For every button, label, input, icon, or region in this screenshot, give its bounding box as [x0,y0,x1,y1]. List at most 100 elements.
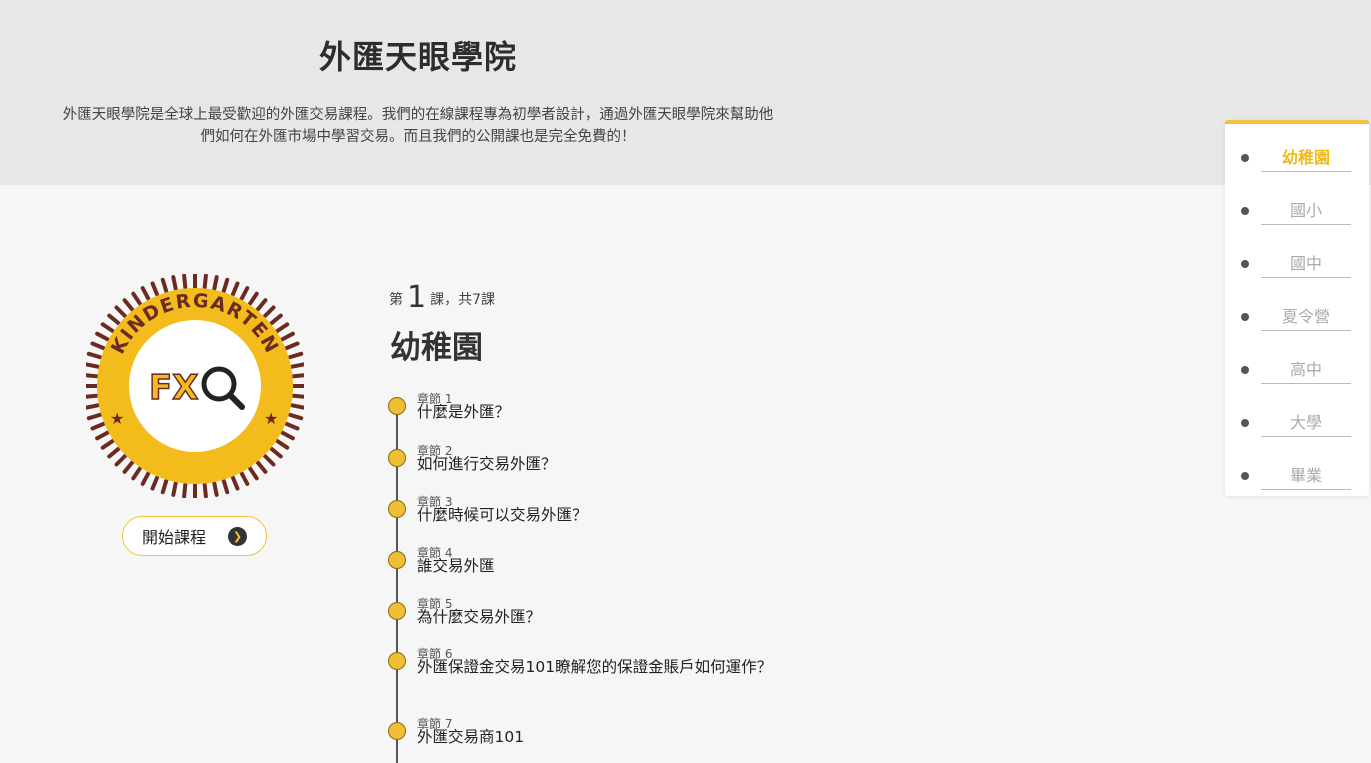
chapter-name[interactable]: 什麼時候可以交易外匯？ [417,505,777,526]
badge-ring-tick [171,275,178,291]
sidenav-item-kindergarten[interactable]: 幼稚園 [1225,132,1369,172]
badge-ring-tick [86,412,103,421]
timeline-dot [388,397,406,415]
timeline-dot [388,602,406,620]
page-header: 外匯天眼學院 外匯天眼學院是全球上最受歡迎的外匯交易課程。我們的在線課程專為初學… [0,0,1371,185]
badge-ring-tick [290,362,304,369]
badge-ring-tick [122,298,135,312]
bullet-icon [1241,207,1249,215]
timeline-dot [388,449,406,467]
sidenav-item-high-school[interactable]: 高中 [1225,344,1369,384]
sidenav-item-label: 大學 [1261,409,1351,437]
bullet-icon [1241,419,1249,427]
badge-ring-tick [131,466,142,481]
badge-ring-tick [122,460,135,474]
sidenav-item-label: 畢業 [1261,462,1351,490]
badge-ring-tick [86,393,99,399]
badge-ring-tick [150,281,160,297]
level-sidenav: 幼稚園 國小 國中 夏令營 高中 大學 畢業 [1225,120,1369,496]
badge-ring-tick [287,412,304,421]
badge-ring-tick [212,481,219,497]
lesson-counter: 第 1 課，共7課 [389,280,495,315]
badge-ring-tick [239,471,250,486]
badge-ring-tick [107,313,121,326]
chapter-name[interactable]: 外匯保證金交易101瞭解您的保證金賬戶如何運作？ [417,657,777,678]
sidenav-item-label: 國中 [1261,250,1351,278]
bullet-icon [1241,472,1249,480]
badge-ring-tick [291,373,304,379]
chapter-name[interactable]: 誰交易外匯 [417,556,777,577]
chapter-name[interactable]: 為什麼交易外匯？ [417,607,777,628]
badge-ring-tick [90,421,106,431]
badge-ring-tick [287,351,304,360]
sidenav-item-university[interactable]: 大學 [1225,397,1369,437]
bullet-icon [1241,154,1249,162]
star-icon: ★ [264,409,278,428]
badge-ring-tick [95,430,110,441]
bullet-icon [1241,313,1249,321]
sidenav-item-graduation[interactable]: 畢業 [1225,450,1369,490]
page-title: 外匯天眼學院 [318,38,517,76]
badge-ring-tick [221,277,230,294]
badge-ring-tick [86,362,100,369]
badge-ring-tick [95,331,110,342]
badge-ring-tick [284,421,300,431]
timeline-dot [388,500,406,518]
badge-ring-tick [90,341,106,351]
badge-ring-tick [230,475,240,491]
badge-ring-tick [248,291,259,306]
badge-ring-tick [131,291,142,306]
badge-ring-tick [150,475,160,491]
chapter-name[interactable]: 什麼是外匯？ [417,402,777,423]
badge-ring-tick [100,322,115,333]
lesson-prefix: 第 [389,292,403,308]
badge-ring-tick [202,274,208,290]
lesson-total: 課，共7課 [430,292,496,308]
badge-ring-tick [280,331,295,342]
badge-ring-tick [291,393,304,399]
star-icon: ★ [110,409,124,428]
badge-ring-tick [263,305,276,318]
badge-ring-tick [160,478,169,495]
badge-ring-tick [269,313,283,326]
badge-ring-tick [290,403,304,410]
badge-ring-tick [248,466,259,481]
timeline-dot [388,551,406,569]
badge-ring-tick [140,471,151,486]
sidenav-item-junior-high[interactable]: 國中 [1225,238,1369,278]
badge-ring-tick [86,403,100,410]
sidenav-item-label: 夏令營 [1261,303,1351,331]
badge-logo-text: FX [149,368,198,408]
badge-ring-tick [114,454,127,467]
badge-ring-tick [212,275,219,291]
badge-ring-tick [275,322,290,333]
sidenav-item-label: 高中 [1261,356,1351,384]
timeline-dot [388,652,406,670]
badge-ring-tick [140,286,151,301]
badge-ring-tick [255,298,268,312]
sidenav-item-label: 幼稚園 [1261,144,1351,172]
bullet-icon [1241,260,1249,268]
sidenav-item-summer-camp[interactable]: 夏令營 [1225,291,1369,331]
chapter-name[interactable]: 如何進行交易外匯？ [417,454,777,475]
timeline-dot [388,722,406,740]
badge-ring-tick [255,460,268,474]
badge-ring-tick [239,286,250,301]
badge-ring-tick [171,481,178,497]
sidenav-item-elementary[interactable]: 國小 [1225,185,1369,225]
badge-ring-tick [182,482,188,498]
badge-ring-tick [284,341,300,351]
start-course-button[interactable]: 開始課程 ❯ [122,516,267,556]
badge-ring-tick [202,482,208,498]
badge-ring-tick [280,430,295,441]
badge-ring-tick [221,478,230,495]
badge-ring-tick [275,439,290,450]
chapter-name[interactable]: 外匯交易商101 [417,727,777,748]
chevron-right-icon: ❯ [228,526,247,546]
start-course-label: 開始課程 [141,528,206,547]
kindergarten-badge: KINDERGARTEN ★ ★ FX [86,274,304,498]
badge-ring-tick [114,305,127,318]
badge-ring-tick [100,439,115,450]
badge-ring-tick [263,454,276,467]
sidenav-item-label: 國小 [1261,197,1351,225]
